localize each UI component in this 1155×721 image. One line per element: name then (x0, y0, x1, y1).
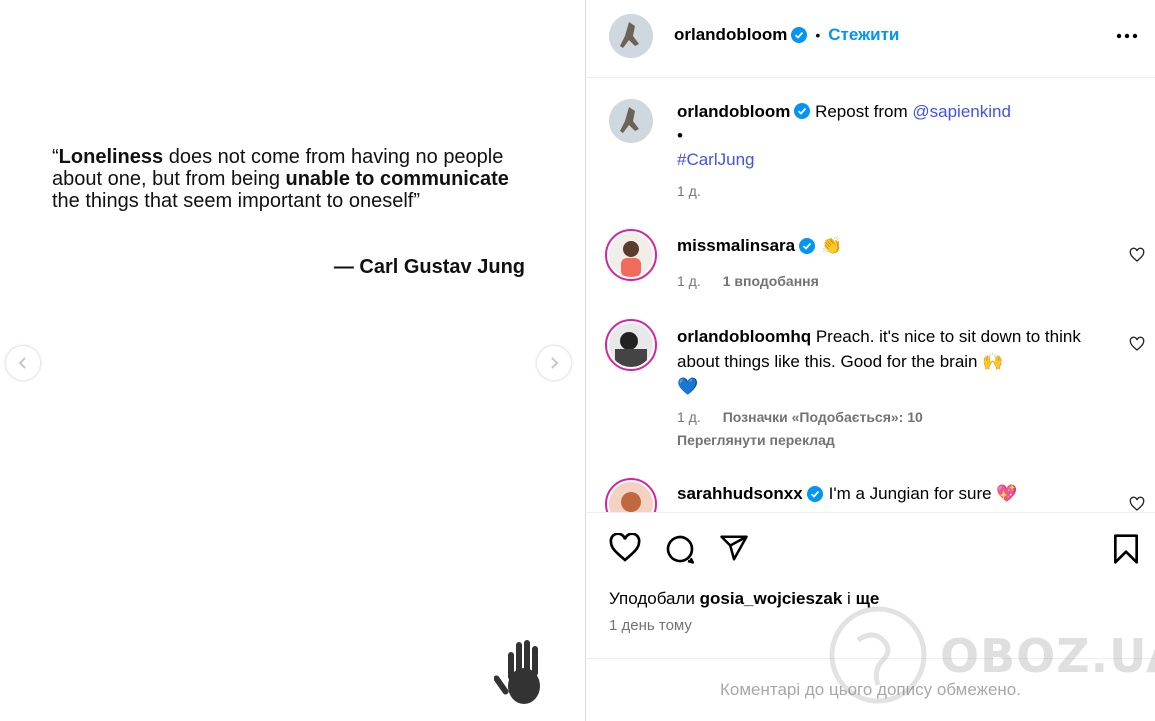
comment-text-row: orlandobloomhq Preach. it's nice to sit … (677, 324, 1097, 399)
quote-end: the things that seem important to onesel… (52, 190, 420, 212)
comment-username[interactable]: missmalinsara (677, 236, 795, 256)
liked-by-line: Уподобали gosia_wojcieszak і ще (609, 589, 879, 609)
comments-list: orlandobloom Repost from @sapienkind • #… (586, 78, 1155, 512)
avatar-image (609, 99, 653, 143)
caption-time: 1 д. (677, 183, 701, 199)
post-side-panel: orlandobloom • Стежити orlandobloom Repo… (586, 0, 1155, 721)
caption-text: orlandobloom Repost from @sapienkind • #… (677, 100, 1117, 172)
comments-restricted-footer: Коментарі до цього допису обмежено. (586, 658, 1155, 721)
comment-likes[interactable]: Позначки «Подобається»: 10 (723, 409, 923, 425)
comment-likes[interactable]: 1 вподобання (723, 273, 819, 289)
verified-icon (794, 103, 811, 119)
like-icon[interactable] (609, 533, 641, 563)
avatar-image (609, 233, 653, 277)
comments-restricted-text: Коментарі до цього допису обмежено. (719, 680, 1021, 699)
quote-author: — Carl Gustav Jung (333, 256, 525, 278)
previous-slide-button[interactable] (6, 346, 40, 380)
like-comment-icon[interactable] (1129, 336, 1145, 352)
comment-time: 1 д. (677, 409, 701, 425)
share-icon[interactable] (718, 533, 750, 563)
verified-icon (806, 486, 823, 502)
comment-avatar[interactable] (605, 319, 657, 371)
post-media: “Loneliness does not come from having no… (0, 0, 585, 721)
quote-text: “Loneliness does not come from having no… (52, 146, 532, 212)
comment-text-line2: 💙 (677, 377, 699, 396)
chevron-left-icon (18, 357, 26, 369)
caption-body: Repost from (815, 102, 913, 121)
avatar-image (609, 482, 653, 512)
caption-bullet: • (677, 126, 683, 145)
avatar-image (609, 323, 653, 367)
follow-button[interactable]: Стежити (828, 25, 899, 45)
hashtag-link[interactable]: #CarlJung (677, 150, 755, 169)
comment-text: I'm a Jungian for sure 💖 (828, 484, 1018, 503)
liked-by-mid: і (842, 589, 856, 608)
liked-by-user[interactable]: gosia_wojcieszak (700, 589, 843, 608)
header-dot: • (815, 27, 821, 43)
comment-text-row: sarahhudsonxx I'm a Jungian for sure 💖 (677, 484, 1017, 504)
comment-avatar[interactable] (605, 229, 657, 281)
next-slide-button[interactable] (537, 346, 571, 380)
comment-meta: 1 д. Позначки «Подобається»: 10 (677, 409, 923, 425)
quote-bold-1: Loneliness (58, 146, 164, 168)
comment-time: 1 д. (677, 273, 701, 289)
see-translation-link[interactable]: Переглянути переклад (677, 432, 835, 448)
comment-text-row: missmalinsara 👏 (677, 236, 842, 256)
comment-icon[interactable] (664, 533, 696, 565)
save-bookmark-icon[interactable] (1112, 533, 1140, 565)
post-header: orlandobloom • Стежити (586, 0, 1155, 78)
liked-by-more[interactable]: ще (856, 589, 880, 608)
verified-icon (799, 238, 816, 254)
comment-username[interactable]: orlandobloomhq (677, 327, 811, 346)
chevron-right-icon (551, 357, 559, 369)
comment-meta: 1 д. 1 вподобання (677, 273, 819, 289)
verified-icon (791, 27, 808, 43)
caption-avatar[interactable] (609, 99, 653, 143)
quote-open: “ (52, 146, 59, 168)
like-comment-icon[interactable] (1129, 496, 1145, 512)
comment-username[interactable]: sarahhudsonxx (677, 484, 803, 504)
caption-username[interactable]: orlandobloom (677, 102, 790, 121)
liked-by-prefix: Уподобали (609, 589, 700, 608)
post-timestamp: 1 день тому (609, 617, 692, 634)
comment-avatar[interactable] (605, 478, 657, 512)
like-comment-icon[interactable] (1129, 247, 1145, 263)
post-actions: Уподобали gosia_wojcieszak і ще 1 день т… (586, 512, 1155, 658)
more-options-icon[interactable] (1115, 32, 1139, 40)
author-avatar[interactable] (609, 14, 653, 58)
header-username[interactable]: orlandobloom (674, 25, 787, 45)
comment-text: 👏 (821, 236, 843, 255)
mention-link[interactable]: @sapienkind (912, 102, 1011, 121)
handprint-logo (494, 640, 540, 704)
header-user-row: orlandobloom • Стежити (674, 25, 899, 45)
avatar-image (609, 14, 653, 58)
quote-bold-2: unable to communicate (285, 168, 509, 190)
